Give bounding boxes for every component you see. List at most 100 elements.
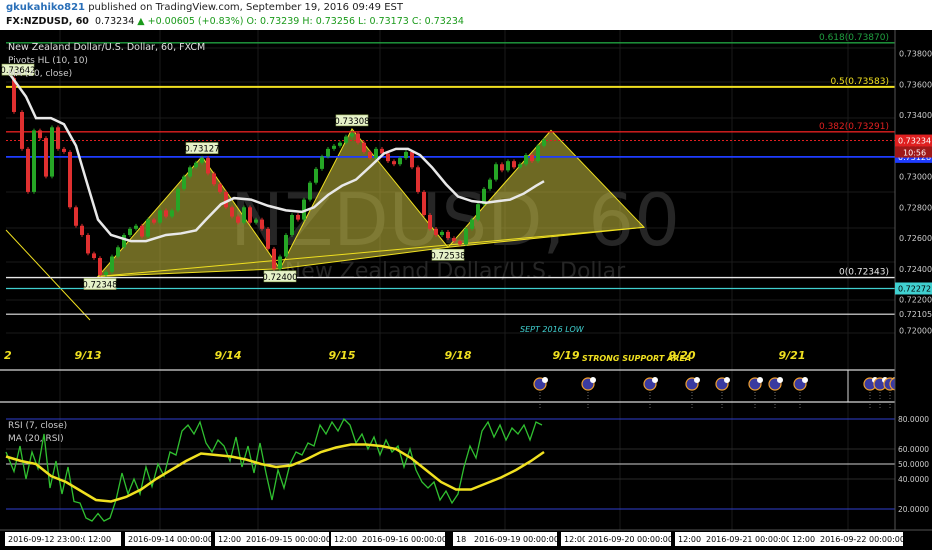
candle-body — [488, 179, 492, 189]
candle-body — [440, 231, 444, 235]
candle-body — [350, 133, 354, 137]
time-tick-label: 2016-09-21 00:00:00 — [706, 535, 791, 544]
time-tick-label: 12:00 — [678, 535, 701, 544]
event-count-icon — [542, 377, 548, 383]
candle-body — [518, 164, 522, 168]
candle-body — [206, 158, 210, 174]
candle-body — [50, 127, 54, 177]
pivot-label-text: 0.73127 — [184, 145, 219, 155]
candle-body — [458, 241, 462, 245]
pivot-label-text: 0.73308 — [334, 117, 369, 127]
candle-body — [506, 161, 510, 171]
pivot-label-text: 0.72538 — [430, 251, 465, 261]
legend-rsi-ma: MA (20, RSI) — [8, 434, 64, 444]
up-arrow-icon: ▲ — [137, 16, 145, 27]
candle-body — [410, 151, 414, 168]
chart-canvas[interactable]: NZDUSD, 60 New Zealand Dollar/U.S. Dolla… — [0, 30, 932, 550]
time-tick-label: 12:00 — [564, 535, 587, 544]
candle-body — [20, 111, 24, 149]
candle-body — [344, 136, 348, 143]
price-axis[interactable]: 0.738000.736000.734000.732000.730000.728… — [894, 30, 932, 550]
candle-body — [248, 207, 252, 223]
candle-body — [116, 247, 120, 257]
candle-body — [200, 158, 204, 163]
candle-body — [236, 216, 240, 223]
time-tick-label: 2016-09-16 00:00:00 — [362, 535, 447, 544]
price-tick-label: 0.72000 — [899, 326, 932, 335]
candle-body — [272, 248, 276, 269]
event-count-icon — [757, 377, 763, 383]
candle-body — [92, 253, 96, 259]
candle-body — [494, 164, 498, 180]
candle-body — [224, 191, 228, 208]
author-link[interactable]: gkukahiko821 — [6, 2, 85, 13]
candle-body — [368, 151, 372, 159]
last-price: 0.73234 — [94, 16, 135, 27]
rsi-tick-label: 40.0000 — [898, 475, 929, 484]
candle-body — [56, 127, 60, 149]
time-tick-label: 2016-09-12 23:00:00 — [8, 535, 93, 544]
quote-line: FX:NZDUSD, 60 0.73234 ▲ +0.00605 (+0.83%… — [6, 16, 464, 27]
ohlc-values: O: 0.73239 H: 0.73256 L: 0.73173 C: 0.73… — [246, 16, 464, 27]
day-label: 9/13 — [75, 349, 102, 362]
fib-level-label: 0(0.72343) — [839, 268, 889, 278]
candle-body — [314, 168, 318, 183]
candle-body — [80, 225, 84, 235]
candle-body — [470, 219, 474, 229]
candle-body — [338, 142, 342, 146]
fib-level-label: 0.382(0.73291) — [819, 122, 889, 132]
price-tick-label: 0.72800 — [899, 203, 932, 212]
candle-body — [524, 155, 528, 165]
candle-body — [188, 167, 192, 177]
symbol-label: FX:NZDUSD, 60 — [6, 16, 89, 27]
time-tick-label: 12:00 — [88, 535, 111, 544]
time-tick-label: 2016-09-20 00:00:00 — [588, 535, 673, 544]
annotation-support: STRONG SUPPORT AREA — [582, 354, 691, 363]
candle-body — [134, 225, 138, 229]
pivot-label-text: 0.72348 — [82, 280, 117, 290]
candle-body — [164, 210, 168, 217]
candle-body — [452, 238, 456, 242]
candle-body — [260, 219, 264, 229]
chart-background — [0, 30, 932, 550]
candle-body — [404, 151, 408, 159]
event-count-icon — [777, 377, 783, 383]
publish-text: published on TradingView.com, September … — [88, 2, 403, 13]
candle-body — [74, 207, 78, 226]
rsi-tick-label: 20.0000 — [898, 505, 929, 514]
candle-body — [38, 130, 42, 139]
candle-body — [356, 133, 360, 143]
chart-header: gkukahiko821 published on TradingView.co… — [0, 0, 932, 30]
candle-body — [254, 219, 258, 223]
candle-body — [362, 142, 366, 152]
time-tick-label: 2016-09-19 00:00:00 — [474, 535, 559, 544]
price-tick-label: 0.73600 — [899, 80, 932, 89]
candle-body — [230, 207, 234, 217]
candle-body — [320, 156, 324, 169]
day-label: 9/14 — [215, 349, 242, 362]
rsi-tick-label: 80.0000 — [898, 415, 929, 424]
candle-body — [308, 182, 312, 200]
price-tick-label: 0.72400 — [899, 265, 932, 274]
time-tick-label: 12:00 — [334, 535, 357, 544]
candle-body — [530, 155, 534, 162]
candle-body — [326, 148, 330, 157]
price-tag-text: 0.73234 — [898, 137, 931, 146]
candle-body — [98, 258, 102, 275]
time-axis[interactable]: 2016-09-12 23:00:0012:00 2016-09-14 00:00… — [0, 529, 932, 550]
day-label-partial: 2 — [4, 349, 12, 362]
day-label: 9/15 — [329, 349, 356, 362]
candle-body — [416, 167, 420, 192]
candle-body — [152, 219, 156, 223]
candle-body — [212, 173, 216, 185]
price-tick-label: 0.72105 — [899, 310, 932, 319]
legend-rsi: RSI (7, close) — [8, 421, 67, 431]
candle-body — [332, 145, 336, 149]
day-label: 9/18 — [445, 349, 472, 362]
candle-body — [140, 225, 144, 237]
price-tick-label: 0.72200 — [899, 296, 932, 305]
candle-body — [296, 214, 300, 220]
candle-body — [386, 153, 390, 162]
candle-body — [446, 231, 450, 239]
candle-body — [290, 214, 294, 235]
